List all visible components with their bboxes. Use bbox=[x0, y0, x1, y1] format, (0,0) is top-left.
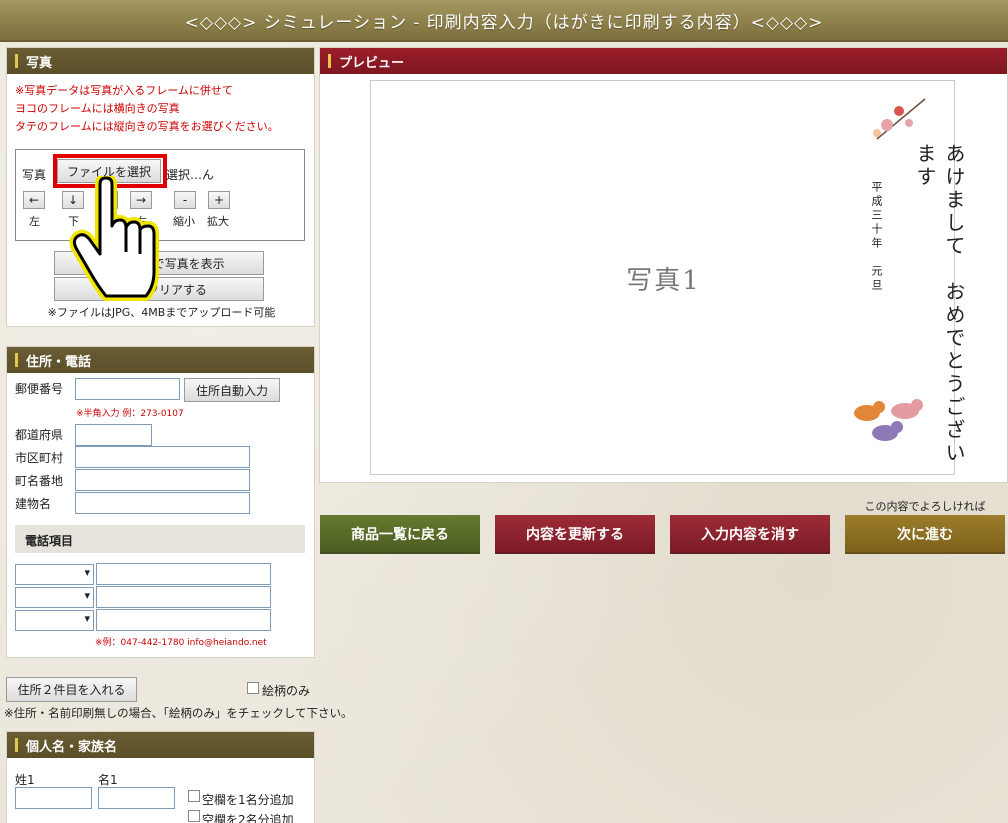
page-title: <◇◇◇> シミュレーション - 印刷内容入力（はがきに印刷する内容）<◇◇◇> bbox=[184, 12, 824, 33]
preview-panel-header: プレビュー bbox=[320, 48, 1007, 74]
shrink-button[interactable]: - bbox=[174, 191, 196, 209]
city-input[interactable] bbox=[75, 446, 250, 468]
top-bar: <◇◇◇> シミュレーション - 印刷内容入力（はがきに印刷する内容）<◇◇◇> bbox=[0, 0, 1008, 42]
address-heading: 住所・電話 bbox=[26, 354, 92, 370]
move-left-label: 左 bbox=[29, 215, 40, 228]
last-name-input[interactable] bbox=[15, 787, 92, 809]
tel-input-2[interactable] bbox=[96, 586, 271, 608]
street-input[interactable] bbox=[75, 469, 250, 491]
next-step-button[interactable]: 次に進む bbox=[845, 515, 1005, 554]
next-note: この内容でよろしければ bbox=[864, 500, 986, 513]
address-panel-header: 住所・電話 bbox=[7, 347, 314, 373]
first-name-label: 名1 bbox=[98, 773, 118, 787]
add-two-label: 空欄を2名分追加 bbox=[202, 813, 294, 823]
add-one-label: 空欄を1名分追加 bbox=[202, 793, 294, 807]
tel-type-select-2[interactable] bbox=[15, 587, 94, 608]
prefecture-label: 都道府県 bbox=[15, 428, 64, 442]
add-two-checkbox[interactable] bbox=[188, 810, 200, 822]
add-one-checkbox[interactable] bbox=[188, 790, 200, 802]
tel-type-select-3[interactable] bbox=[15, 610, 94, 631]
photo-note-2: ヨコのフレームには横向きの写真 bbox=[15, 102, 180, 115]
tel-type-select-1[interactable] bbox=[15, 564, 94, 585]
upload-note: ※ファイルはJPG、4MBまでアップロード可能 bbox=[47, 306, 276, 319]
names-panel-header: 個人名・家族名 bbox=[7, 732, 314, 758]
add-second-address-button[interactable]: 住所２件目を入れる bbox=[6, 677, 137, 702]
date-text: 平成三十年 元旦 bbox=[870, 181, 883, 293]
enlarge-button[interactable]: + bbox=[208, 191, 230, 209]
postal-hint: ※半角入力 例：273-0107 bbox=[76, 409, 184, 419]
first-name-input[interactable] bbox=[98, 787, 175, 809]
photo-notes: ※写真データは写真が入るフレームに併せて ヨコのフレームには横向きの写真 タテの… bbox=[7, 74, 314, 136]
building-input[interactable] bbox=[75, 492, 250, 514]
enlarge-label: 拡大 bbox=[207, 215, 229, 228]
photo-heading: 写真 bbox=[26, 55, 53, 71]
header-accent bbox=[15, 738, 18, 752]
clear-input-button[interactable]: 入力内容を消す bbox=[670, 515, 830, 554]
postal-label: 郵便番号 bbox=[15, 382, 64, 396]
last-name-label: 姓1 bbox=[15, 773, 35, 787]
header-accent bbox=[328, 54, 331, 68]
update-content-button[interactable]: 内容を更新する bbox=[495, 515, 655, 554]
design-only-label: 絵柄のみ bbox=[262, 684, 311, 698]
tel-hint: ※例：047-442-1780 info@heiando.net bbox=[95, 638, 267, 648]
shrink-label: 縮小 bbox=[173, 215, 195, 228]
photo-note-3: タテのフレームには縦向きの写真をお選びください。 bbox=[15, 120, 279, 133]
postal-input[interactable] bbox=[75, 378, 180, 400]
back-to-products-button[interactable]: 商品一覧に戻る bbox=[320, 515, 480, 554]
tel-input-3[interactable] bbox=[96, 609, 271, 631]
photo-field-label: 写真 bbox=[22, 168, 47, 182]
address-panel: 住所・電話 郵便番号 住所自動入力 ※半角入力 例：273-0107 都道府県 … bbox=[6, 346, 315, 658]
tel-section-header: 電話項目 bbox=[15, 525, 305, 553]
postcard-preview: 写真1 あけまして おめでとうございます 平成三十年 元旦 bbox=[370, 80, 966, 475]
header-accent bbox=[15, 54, 18, 68]
building-label: 建物名 bbox=[15, 497, 52, 511]
preview-panel: プレビュー 写真1 あけまして おめでとうございます 平成三十年 元旦 bbox=[319, 47, 1008, 483]
pointer-hand-icon bbox=[69, 176, 159, 301]
city-label: 市区町村 bbox=[15, 451, 64, 465]
plum-blossom-icon bbox=[873, 98, 926, 140]
names-heading: 個人名・家族名 bbox=[26, 739, 118, 755]
design-only-checkbox[interactable] bbox=[247, 682, 259, 694]
photo-note-1: ※写真データは写真が入るフレームに併せて bbox=[15, 84, 233, 97]
names-panel: 個人名・家族名 姓1 名1 空欄を1名分追加 空欄を2名分追加 bbox=[6, 731, 315, 823]
puppy-illustration-icon bbox=[854, 399, 923, 441]
photo-panel-header: 写真 bbox=[7, 48, 314, 74]
move-left-button[interactable]: ← bbox=[23, 191, 45, 209]
design-only-note: ※住所・名前印刷無しの場合、「絵柄のみ」をチェックして下さい。 bbox=[4, 706, 353, 720]
prefecture-input[interactable] bbox=[75, 424, 152, 446]
tel-input-1[interactable] bbox=[96, 563, 271, 585]
header-accent bbox=[15, 353, 18, 367]
street-label: 町名番地 bbox=[15, 474, 64, 488]
auto-address-button[interactable]: 住所自動入力 bbox=[184, 378, 280, 402]
preview-heading: プレビュー bbox=[339, 55, 405, 71]
